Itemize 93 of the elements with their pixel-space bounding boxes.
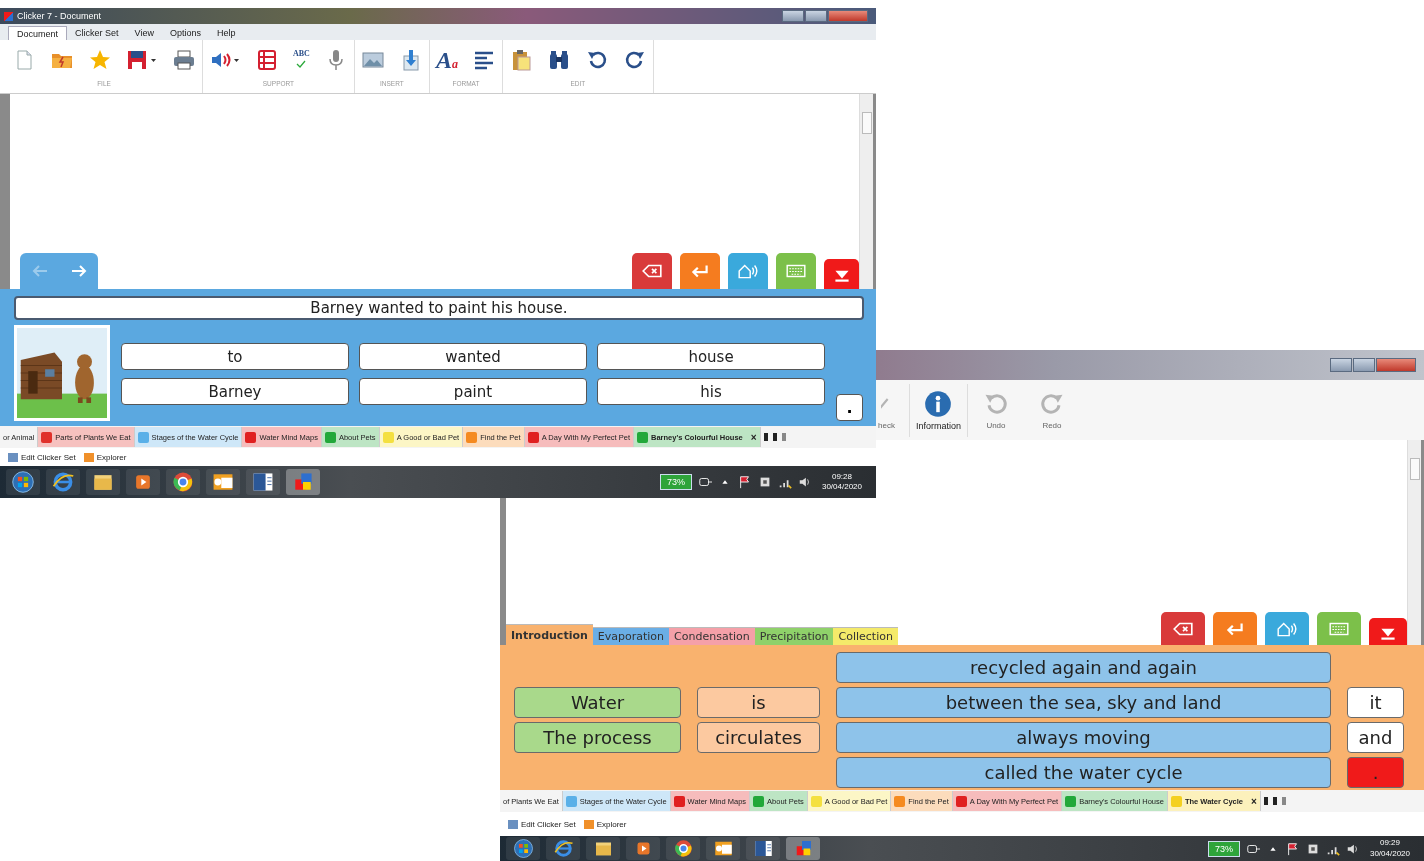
word-cell[interactable]: The process [514,722,681,753]
enter-button[interactable] [680,253,720,289]
link[interactable]: Explorer [83,452,127,462]
page-tab[interactable]: Introduction [506,624,593,645]
menu-tab[interactable]: Document [8,26,68,40]
taskbar-app[interactable] [706,837,740,860]
document-app-icon [251,470,275,494]
link[interactable]: Explorer [583,819,627,829]
round-app-icon [672,838,694,859]
word-cell[interactable]: his [597,378,825,405]
delete-key-icon [641,262,663,280]
word-cell[interactable]: called the water cycle [836,757,1331,788]
printer-icon[interactable] [172,48,196,72]
word-cell[interactable]: paint [359,378,587,405]
taskbar-app[interactable] [506,837,540,860]
word-cell[interactable]: always moving [836,722,1331,753]
word-cell[interactable]: Barney [121,378,349,405]
taskbar-app[interactable] [6,469,40,495]
list-icon[interactable] [255,48,279,72]
close-tab-button[interactable]: × [1251,795,1257,807]
punctuation-cell[interactable]: . [836,394,863,421]
clock[interactable]: 09:28 30/04/2020 [821,471,862,493]
word-cell[interactable]: recycled again and again [836,652,1331,683]
app-icon [4,11,13,21]
start-orb-icon [512,838,534,859]
menu-tab[interactable]: Options [161,26,209,40]
font-button[interactable]: Aa [435,48,458,72]
page-tab[interactable]: Condensation [669,627,755,645]
taskbar-app[interactable] [166,469,200,495]
taskbar-app[interactable] [626,837,660,860]
flag-icon[interactable] [737,475,752,489]
speak-button[interactable] [728,253,768,289]
word-cell[interactable]: Water [514,687,681,718]
round-app-icon [171,470,195,494]
page-tab[interactable]: Precipitation [754,627,834,645]
maximize-button[interactable] [805,10,827,22]
browser-icon [51,470,75,494]
taskbar-app[interactable] [666,837,700,860]
maximize-button[interactable] [1353,358,1375,372]
enter-button[interactable] [1213,612,1257,645]
sentence-field[interactable]: Barney wanted to paint his house. [14,296,864,320]
link[interactable]: Edit Clicker Set [8,452,76,462]
save-icon[interactable] [126,48,158,72]
word-cell[interactable]: is [697,687,820,718]
link-icon [8,452,18,462]
page-tab[interactable]: Collection [833,627,898,645]
document-area[interactable] [0,94,876,289]
flag-icon[interactable] [1285,841,1300,856]
taskbar-app[interactable] [246,469,280,495]
word-cell[interactable]: and [1347,722,1404,753]
link-icon [583,819,594,829]
window-title: Clicker 7 - Document [17,11,102,21]
link-icon [83,452,94,462]
delete-button[interactable] [1161,612,1205,645]
minimize-button[interactable] [1330,358,1352,372]
taskbar-app[interactable] [126,469,160,495]
toolbar-label[interactable]: Information [915,420,961,431]
browser-icon [552,838,574,859]
link-icon [508,819,518,829]
word-cell[interactable]: to [121,343,349,370]
speak-button[interactable] [1265,612,1309,645]
taskbar-app[interactable] [546,837,580,860]
delete-button[interactable] [632,253,672,289]
menu-tab[interactable]: Help [208,26,244,40]
word-cell[interactable]: house [597,343,825,370]
clock[interactable]: 09:29 30/04/2020 [1369,838,1410,859]
taskbar-app[interactable] [746,837,780,860]
taskbar-app[interactable] [206,469,240,495]
scrollbar[interactable] [1407,440,1421,645]
document-app-icon [752,838,774,859]
close-tab-button[interactable]: × [750,431,757,443]
spell-check-button[interactable]: ABC [293,50,310,70]
page-tab[interactable]: Evaporation [592,627,670,645]
taskbar-app[interactable] [46,469,80,495]
speak-icon [737,262,759,280]
collapse-button[interactable] [1369,618,1407,645]
keyboard-icon [785,262,807,280]
scrollbar[interactable] [859,94,873,289]
word-cell[interactable]: wanted [359,343,587,370]
collapse-button[interactable] [824,259,859,289]
volume-icon[interactable] [797,475,812,489]
menu-tab[interactable]: Clicker Set [67,26,127,40]
taskbar-app[interactable] [86,469,120,495]
taskbar-app[interactable] [586,837,620,860]
link[interactable]: Edit Clicker Set [508,819,576,829]
start-orb-icon [11,470,35,494]
menu-tab[interactable]: View [126,26,162,40]
plug-icon[interactable] [697,475,712,489]
word-cell[interactable]: circulates [697,722,820,753]
minimize-button[interactable] [782,10,804,22]
word-cell[interactable]: it [1347,687,1404,718]
word-cell[interactable]: between the sea, sky and land [836,687,1331,718]
word-cell[interactable]: . [1347,757,1404,788]
